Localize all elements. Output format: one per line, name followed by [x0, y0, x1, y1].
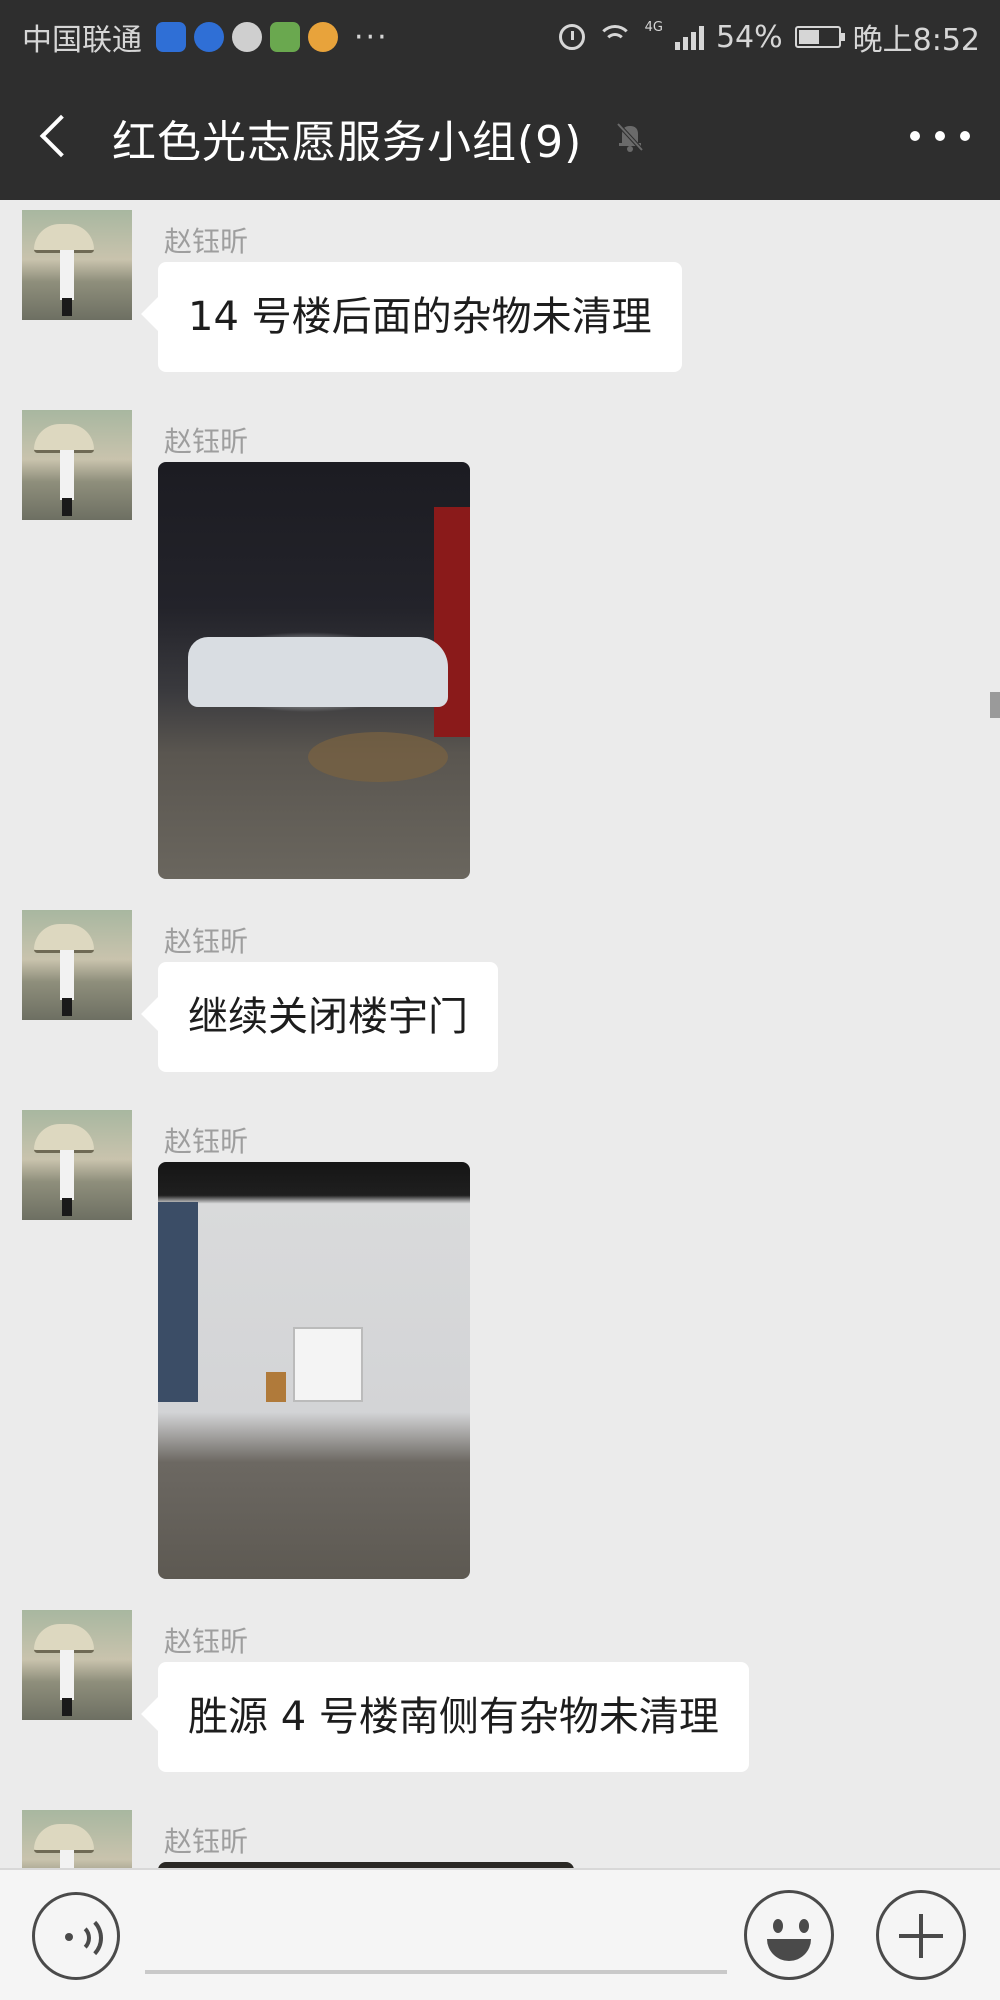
network-type: 4G	[644, 19, 663, 35]
more-button[interactable]	[910, 108, 970, 164]
avatar[interactable]	[22, 1610, 132, 1720]
avatar[interactable]	[22, 1810, 132, 1870]
message-item: 赵钰昕 14 号楼后面的杂物未清理	[0, 210, 1000, 380]
clock: 晚上8:52	[852, 23, 980, 58]
shield-app-icon	[156, 22, 186, 52]
browser-app-icon	[308, 22, 338, 52]
message-item: 赵钰昕	[0, 1810, 1000, 1870]
battery-percent: 54%	[715, 19, 783, 55]
carrier-label: 中国联通	[22, 23, 142, 58]
status-left: 中国联通 ···	[22, 15, 389, 59]
battery-fill	[798, 30, 820, 44]
dot	[960, 131, 970, 141]
sender-name: 赵钰昕	[164, 925, 249, 958]
message-photo[interactable]	[158, 1162, 470, 1579]
avatar[interactable]	[22, 410, 132, 520]
sender-name: 赵钰昕	[164, 1125, 249, 1158]
voice-icon[interactable]	[32, 1892, 120, 1980]
message-app-icon	[232, 22, 262, 52]
chat-title: 红色光志愿服务小组(9)	[112, 117, 583, 168]
message-bubble[interactable]: 继续关闭楼宇门	[158, 962, 498, 1072]
status-bar: 中国联通 ··· 4G 54% 晚上8:52	[0, 0, 1000, 70]
message-photo[interactable]	[158, 462, 470, 879]
message-item: 赵钰昕	[0, 410, 1000, 890]
avatar[interactable]	[22, 210, 132, 320]
sender-name: 赵钰昕	[164, 225, 249, 258]
battery-icon	[794, 26, 845, 48]
chat-header: 红色光志愿服务小组(9)	[0, 70, 1000, 200]
message-bubble[interactable]: 胜源 4 号楼南侧有杂物未清理	[158, 1662, 749, 1772]
dot	[910, 131, 920, 141]
sender-name: 赵钰昕	[164, 1825, 249, 1858]
avatar[interactable]	[22, 1110, 132, 1220]
status-right: 4G 54% 晚上8:52	[558, 15, 980, 59]
message-bubble[interactable]: 14 号楼后面的杂物未清理	[158, 262, 682, 372]
alarm-icon	[558, 24, 585, 50]
wifi-icon	[596, 23, 633, 51]
bell-off-icon	[616, 122, 644, 152]
dot	[935, 131, 945, 141]
sender-name: 赵钰昕	[164, 1625, 249, 1658]
scrollbar[interactable]	[990, 692, 1000, 718]
calendar-app-icon	[270, 22, 300, 52]
emoji-icon[interactable]	[744, 1890, 834, 1980]
avatar[interactable]	[22, 910, 132, 1020]
circles-app-icon	[194, 22, 224, 52]
signal-icon	[674, 24, 704, 50]
plus-icon[interactable]	[876, 1890, 966, 1980]
more-notifications-icon: ···	[354, 19, 389, 55]
message-item: 赵钰昕	[0, 1110, 1000, 1590]
message-item: 赵钰昕 胜源 4 号楼南侧有杂物未清理	[0, 1610, 1000, 1780]
message-item: 赵钰昕 继续关闭楼宇门	[0, 910, 1000, 1080]
back-button[interactable]	[30, 105, 80, 165]
message-input[interactable]	[145, 1970, 727, 1974]
input-bar	[0, 1868, 1000, 2000]
sender-name: 赵钰昕	[164, 425, 249, 458]
